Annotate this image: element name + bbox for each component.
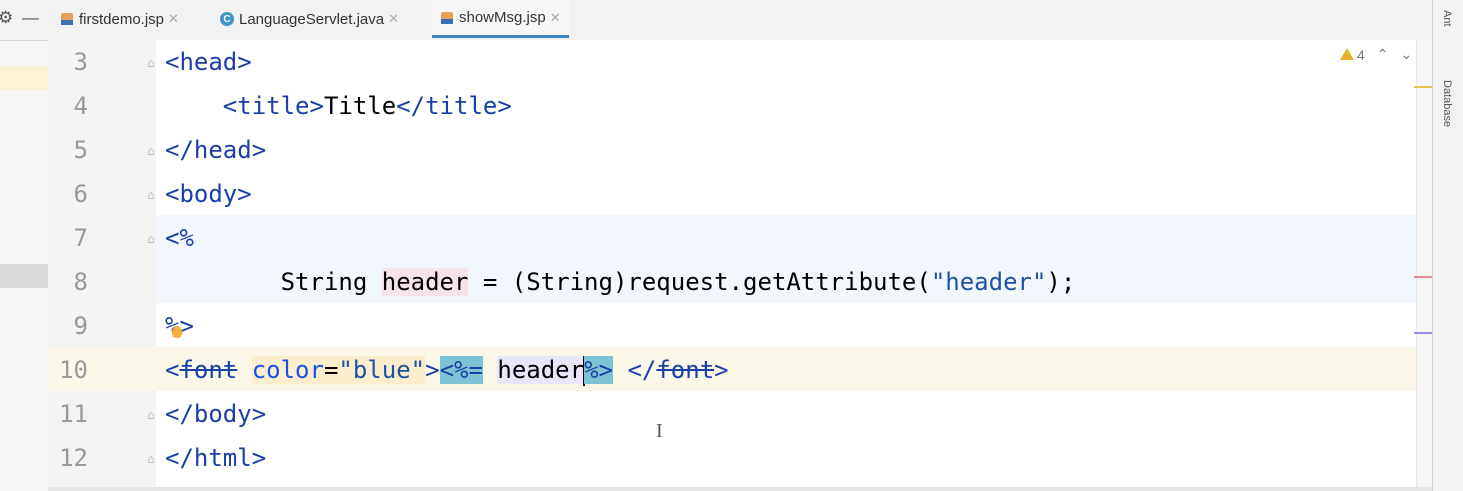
code-line-current[interactable]: <font color="blue"><%= header%> </font> xyxy=(165,348,729,392)
close-icon[interactable]: ✕ xyxy=(550,10,561,26)
scriptlet-region xyxy=(156,215,1416,259)
tab-label: showMsg.jsp xyxy=(459,9,546,26)
inspection-widget[interactable]: 4 ⌃ ⌄ xyxy=(1340,46,1412,63)
line-number: 7 xyxy=(73,224,88,252)
code-line[interactable]: <% xyxy=(165,216,194,260)
line-number: 11 xyxy=(59,400,88,428)
code-line[interactable]: </html> xyxy=(165,436,266,480)
close-icon[interactable]: ✕ xyxy=(168,11,179,27)
code-line[interactable]: <title>Title</title> xyxy=(165,84,512,128)
line-number: 3 xyxy=(73,48,88,76)
right-tool-window-bar: Ant Database xyxy=(1432,0,1463,491)
warning-count[interactable]: 4 xyxy=(1340,47,1365,63)
java-class-icon: C xyxy=(220,12,234,26)
mouse-ibeam-cursor: I xyxy=(656,420,663,442)
line-number: 9 xyxy=(73,312,88,340)
code-line[interactable]: </head> xyxy=(165,128,266,172)
line-number: 12 xyxy=(59,444,88,472)
close-icon[interactable]: ✕ xyxy=(388,11,399,27)
fold-icon[interactable]: ⌂ xyxy=(144,408,158,422)
fold-icon[interactable]: ⌂ xyxy=(144,56,158,70)
code-line[interactable]: </body> xyxy=(165,392,266,436)
code-line[interactable]: String header = (String)request.getAttri… xyxy=(165,260,1075,304)
jsp-file-icon xyxy=(60,12,74,26)
line-number: 6 xyxy=(73,180,88,208)
jsp-file-icon xyxy=(440,11,454,25)
fold-icon[interactable]: ⌂ xyxy=(144,188,158,202)
line-number: 10 xyxy=(59,356,88,384)
code-line[interactable]: <body> xyxy=(165,172,252,216)
horizontal-scrollbar[interactable] xyxy=(48,487,1432,491)
info-marker[interactable] xyxy=(1414,332,1432,334)
previous-highlight-icon[interactable]: ⌃ xyxy=(1377,46,1389,63)
fold-icon[interactable]: ⌂ xyxy=(144,144,158,158)
project-panel-edge xyxy=(0,0,48,491)
tab-label: LanguageServlet.java xyxy=(239,10,385,28)
line-number: 5 xyxy=(73,136,88,164)
line-number: 8 xyxy=(73,268,88,296)
next-highlight-icon[interactable]: ⌄ xyxy=(1401,46,1413,63)
settings-icon[interactable]: ⚙ xyxy=(0,8,13,28)
project-panel-row-selected[interactable] xyxy=(0,264,48,288)
code-line[interactable]: <head> xyxy=(165,40,252,84)
fold-icon[interactable]: ⌂ xyxy=(144,452,158,466)
ant-tool-button[interactable]: Ant xyxy=(1441,10,1453,27)
line-number: 4 xyxy=(73,92,88,120)
tab-firstdemo-jsp[interactable]: firstdemo.jsp ✕ xyxy=(52,0,187,38)
warning-marker[interactable] xyxy=(1414,86,1432,88)
lightbulb-icon[interactable] xyxy=(172,326,182,338)
editor-tab-bar: ⚙ — firstdemo.jsp ✕ C LanguageServlet.ja… xyxy=(0,0,1432,41)
minimize-icon[interactable]: — xyxy=(22,8,39,28)
error-marker[interactable] xyxy=(1414,276,1432,278)
tab-label: firstdemo.jsp xyxy=(79,10,165,28)
fold-icon[interactable]: ⌂ xyxy=(144,232,158,246)
error-stripe[interactable] xyxy=(1416,40,1433,491)
tab-showmsg-jsp[interactable]: showMsg.jsp ✕ xyxy=(432,0,569,38)
warning-icon xyxy=(1340,47,1354,60)
database-tool-button[interactable]: Database xyxy=(1441,80,1453,127)
tab-languageservlet-java[interactable]: C LanguageServlet.java ✕ xyxy=(212,0,407,38)
project-panel-row[interactable] xyxy=(0,66,48,90)
